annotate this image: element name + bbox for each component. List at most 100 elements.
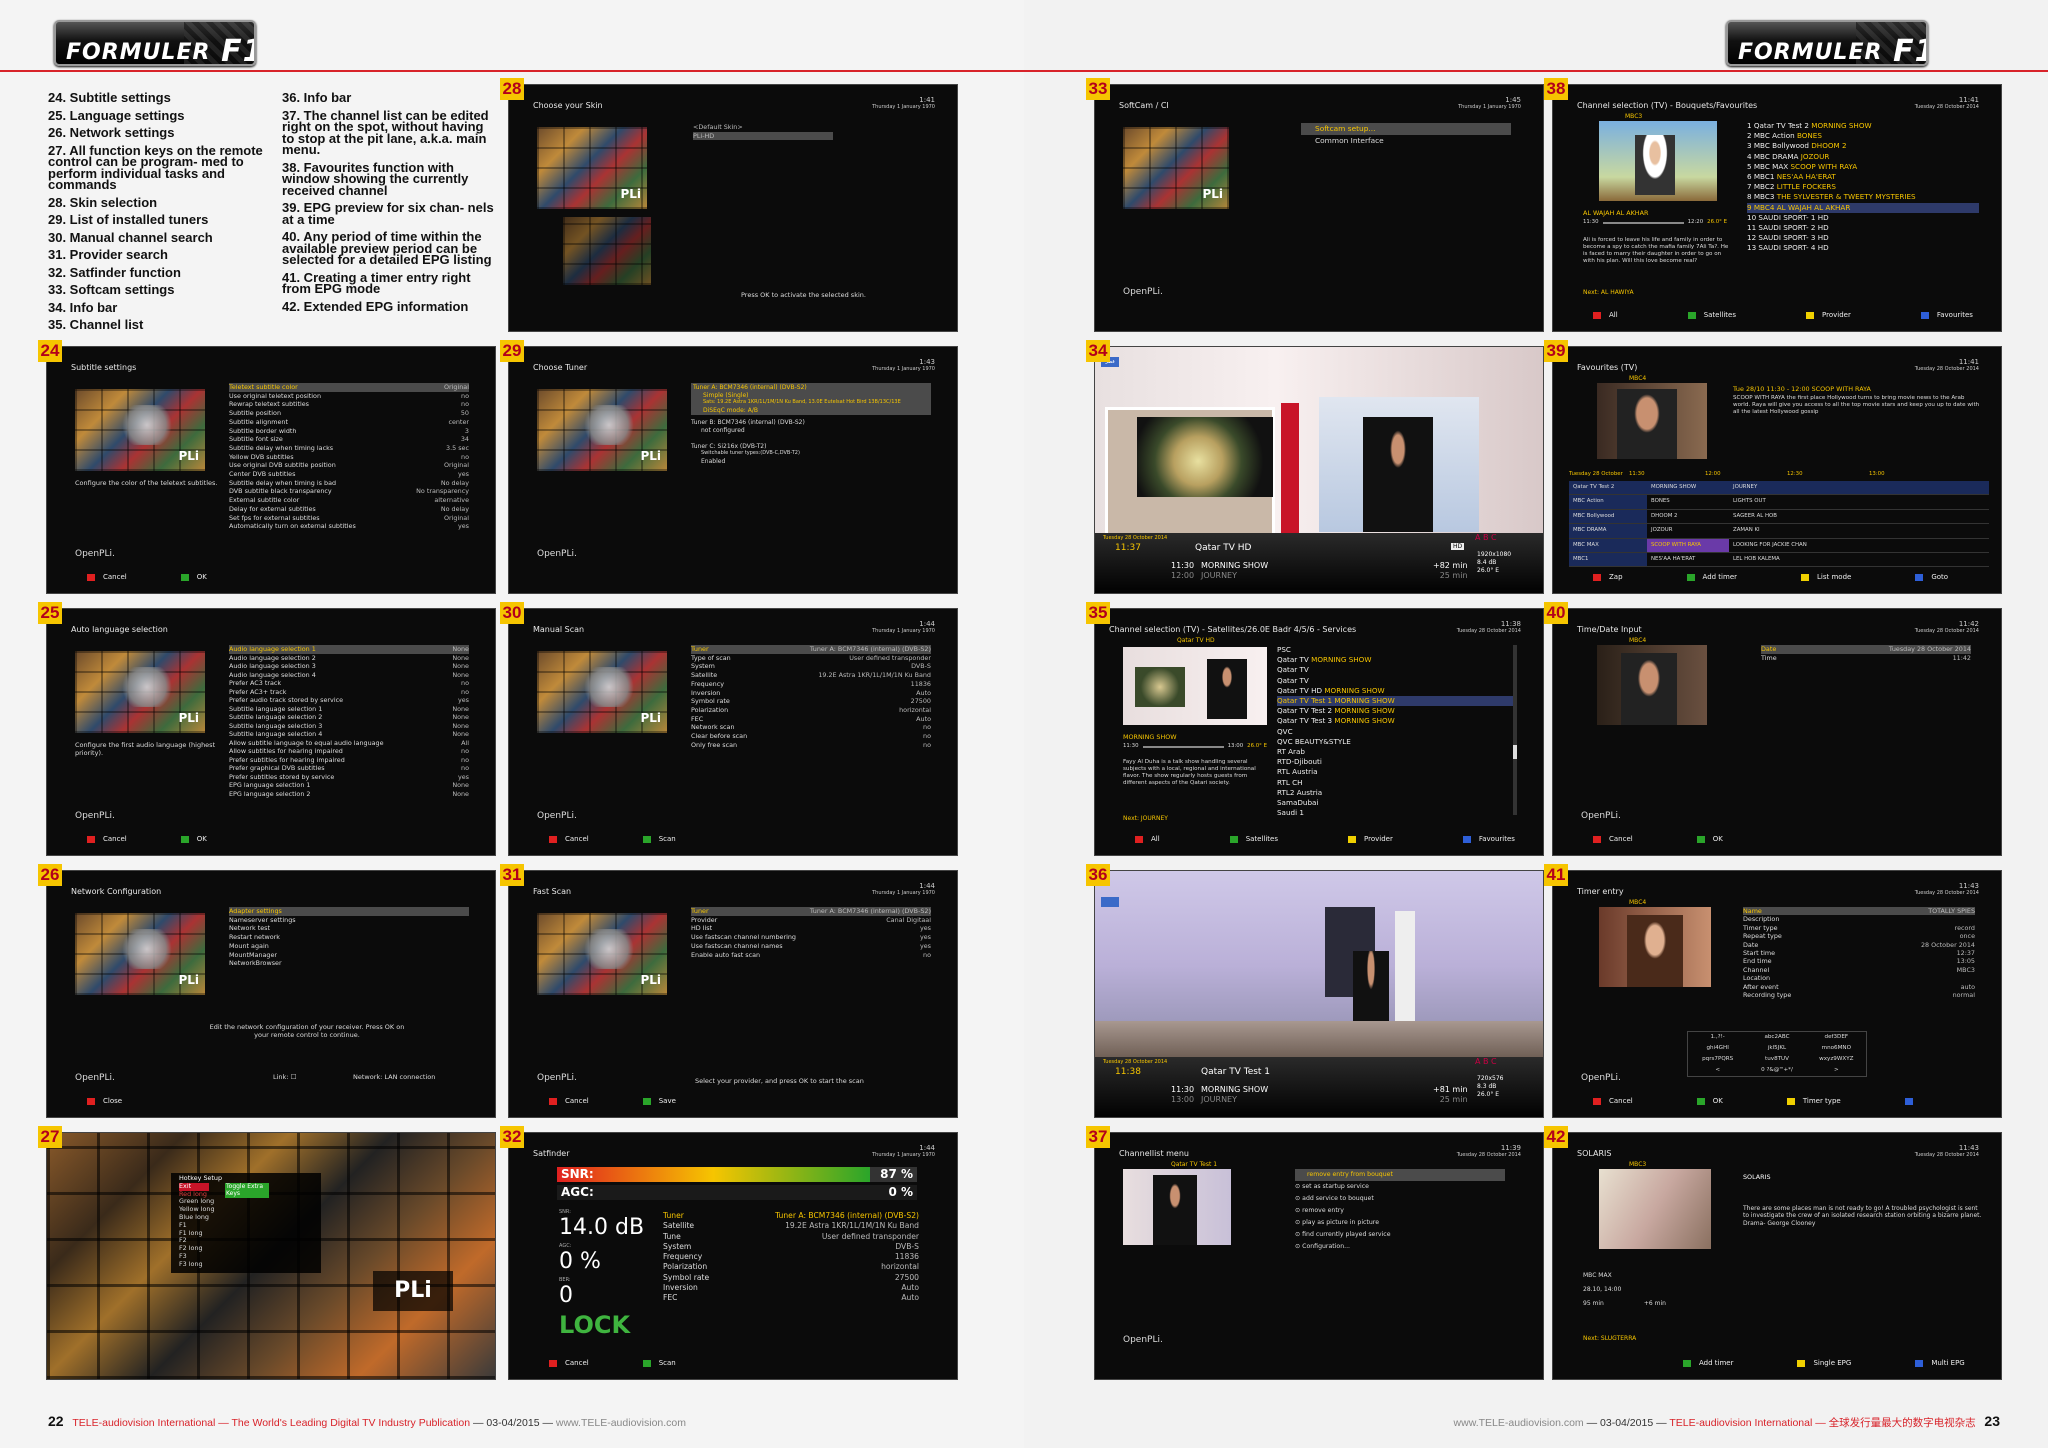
tuner-a[interactable]: Tuner A: BCM7346 (internal) (DVB-S2) Simp… bbox=[691, 383, 931, 416]
setting-row[interactable]: Use fastscan channel numbering yes bbox=[691, 933, 931, 942]
setting-row[interactable]: Description bbox=[1743, 915, 1975, 923]
color-buttons[interactable]: Close bbox=[87, 1097, 122, 1105]
time-date-fields[interactable]: Date Tuesday 28 October 2014 Time 11:42 bbox=[1761, 645, 1971, 662]
favourites-button[interactable]: Favourites bbox=[1921, 311, 1973, 319]
cancel-button[interactable]: Cancel bbox=[549, 835, 589, 843]
timer-fields[interactable]: Name TOTALLY SPIES Description Timer type re… bbox=[1743, 907, 1975, 999]
channel-row[interactable]: Qatar TV HD MORNING SHOW bbox=[1277, 686, 1517, 696]
channel-row[interactable]: Qatar TV MORNING SHOW bbox=[1277, 655, 1517, 665]
satellites-button[interactable]: Satellites bbox=[1230, 835, 1278, 843]
setting-row[interactable]: Date 28 October 2014 bbox=[1743, 941, 1975, 949]
scan-button[interactable]: Scan bbox=[643, 1359, 676, 1367]
color-buttons[interactable]: Cancel OK Timer type bbox=[1593, 1097, 1921, 1105]
setting-row[interactable]: After event auto bbox=[1743, 983, 1975, 991]
setting-row[interactable]: End time 13:05 bbox=[1743, 957, 1975, 965]
setting-row[interactable]: Audio language selection 4 None bbox=[229, 671, 469, 680]
setting-row[interactable]: Timer type record bbox=[1743, 924, 1975, 932]
keypad-key[interactable]: abc2ABC bbox=[1747, 1032, 1806, 1043]
provider-button[interactable]: Provider bbox=[1806, 311, 1851, 319]
setting-row[interactable]: Use original DVB subtitle position Origin… bbox=[229, 461, 469, 470]
context-menu-item[interactable]: ⊙ Configuration... bbox=[1295, 1241, 1505, 1253]
channel-row[interactable]: RT Arab bbox=[1277, 747, 1517, 757]
all-button[interactable]: All bbox=[1135, 835, 1160, 843]
channel-row[interactable]: QVC BEAUTY&STYLE bbox=[1277, 737, 1517, 747]
setting-row[interactable]: Delay for external subtitles No delay bbox=[229, 505, 469, 514]
epg-row[interactable]: Qatar TV Test 2 MORNING SHOW JOURNEY bbox=[1569, 481, 1989, 496]
setting-row[interactable]: Prefer subtitles stored by service yes bbox=[229, 773, 469, 782]
setting-row[interactable]: Adapter settings bbox=[229, 907, 469, 916]
color-buttons[interactable]: All Satellites Provider Favourites bbox=[1135, 835, 1515, 843]
setting-row[interactable]: MountManager bbox=[229, 951, 469, 960]
setting-row[interactable]: Subtitle language selection 4 None bbox=[229, 730, 469, 739]
keypad-key[interactable]: def3DEF bbox=[1807, 1032, 1866, 1043]
color-buttons[interactable]: Cancel OK bbox=[87, 835, 207, 843]
skin-item-default[interactable]: <Default Skin> bbox=[693, 123, 833, 132]
add-timer-button[interactable]: Add timer bbox=[1687, 573, 1737, 581]
setting-row[interactable]: Subtitle language selection 2 None bbox=[229, 713, 469, 722]
setting-row[interactable]: Enable auto fast scan no bbox=[691, 951, 931, 960]
channel-row[interactable]: Qatar TV bbox=[1277, 665, 1517, 675]
epg-event[interactable]: BONES bbox=[1647, 495, 1729, 508]
setting-row[interactable]: Prefer subtitles for hearing impaired no bbox=[229, 756, 469, 765]
setting-row[interactable]: Restart network bbox=[229, 933, 469, 942]
scan-button[interactable]: Scan bbox=[643, 835, 676, 843]
channel-row[interactable]: 2 MBC Action BONES bbox=[1747, 131, 1979, 141]
network-menu[interactable]: Adapter settings Nameserver settings Netwo… bbox=[229, 907, 469, 968]
channel-row[interactable]: 10 SAUDI SPORT- 1 HD bbox=[1747, 213, 1979, 223]
channel-row[interactable]: 7 MBC2 LITTLE FOCKERS bbox=[1747, 182, 1979, 192]
all-button[interactable]: All bbox=[1593, 311, 1618, 319]
channel-row[interactable]: 9 MBC4 AL WAJAH AL AKHAR bbox=[1747, 202, 1979, 213]
setting-row[interactable]: Prefer AC3 track no bbox=[229, 679, 469, 688]
setting-row[interactable]: Channel MBC3 bbox=[1743, 966, 1975, 974]
setting-row[interactable]: Mount again bbox=[229, 942, 469, 951]
close-button[interactable]: Close bbox=[87, 1097, 122, 1105]
skin-item-plihd[interactable]: PLi-HD bbox=[693, 131, 833, 141]
zap-button[interactable]: Zap bbox=[1593, 573, 1623, 581]
keypad-key[interactable]: < bbox=[1688, 1065, 1747, 1076]
setting-row[interactable]: Automatically turn on external subtitles… bbox=[229, 522, 469, 531]
ok-button[interactable]: OK bbox=[181, 573, 207, 581]
context-menu-item[interactable]: ⊙ set as startup service bbox=[1295, 1181, 1505, 1193]
setting-row[interactable]: FEC Auto bbox=[691, 715, 931, 724]
setting-row[interactable]: Time 11:42 bbox=[1761, 654, 1971, 663]
setting-row[interactable]: Use fastscan channel names yes bbox=[691, 942, 931, 951]
channel-row[interactable]: RTL Austria bbox=[1277, 767, 1517, 777]
ok-button[interactable]: OK bbox=[181, 835, 207, 843]
setting-row[interactable]: Start time 12:37 bbox=[1743, 949, 1975, 957]
hotkey-item[interactable]: Blue long bbox=[179, 1213, 313, 1222]
color-buttons[interactable]: Cancel OK bbox=[87, 573, 207, 581]
epg-event[interactable]: LIGHTS OUT bbox=[1729, 495, 1989, 508]
setting-row[interactable]: Prefer AC3+ track no bbox=[229, 688, 469, 697]
setting-row[interactable]: Subtitle language selection 3 None bbox=[229, 722, 469, 731]
channel-row[interactable]: QVC bbox=[1277, 727, 1517, 737]
tuner-list[interactable]: Tuner A: BCM7346 (internal) (DVB-S2) Simp… bbox=[691, 383, 931, 465]
common-interface-item[interactable]: Common Interface bbox=[1301, 135, 1511, 147]
setting-row[interactable]: Rewrap teletext subtitles no bbox=[229, 400, 469, 409]
epg-row[interactable]: MBC1 NES'AA HA'ERAT LEL HOB KALEMA bbox=[1569, 553, 1989, 568]
favourites-button[interactable]: Favourites bbox=[1463, 835, 1515, 843]
setting-row[interactable]: Allow subtitles for hearing impaired no bbox=[229, 747, 469, 756]
channel-row[interactable]: 3 MBC Bollywood DHOOM 2 bbox=[1747, 141, 1979, 151]
setting-row[interactable]: Audio language selection 1 None bbox=[229, 645, 469, 654]
setting-row[interactable]: Frequency 11836 bbox=[691, 680, 931, 689]
setting-row[interactable]: Provider Canal Digitaal bbox=[691, 916, 931, 925]
softcam-menu[interactable]: Softcam setup... Common Interface bbox=[1301, 123, 1511, 147]
setting-row[interactable]: Satellite 19.2E Astra 1KR/1L/1M/1N Ku Ban… bbox=[691, 671, 931, 680]
epg-event[interactable]: MORNING SHOW bbox=[1647, 481, 1729, 494]
color-buttons[interactable]: Cancel Save bbox=[549, 1097, 676, 1105]
setting-row[interactable]: Nameserver settings bbox=[229, 916, 469, 925]
satellites-button[interactable]: Satellites bbox=[1688, 311, 1736, 319]
epg-row[interactable]: MBC MAX SCOOP WITH RAYA LOOKING FOR JACKIE… bbox=[1569, 538, 1989, 554]
channel-row[interactable]: 6 MBC1 NES'AA HA'ERAT bbox=[1747, 172, 1979, 182]
cancel-button[interactable]: Cancel bbox=[87, 573, 127, 581]
epg-event[interactable]: ZAMAN KI bbox=[1729, 524, 1989, 537]
color-buttons[interactable]: All Satellites Provider Favourites bbox=[1593, 311, 1973, 319]
setting-row[interactable]: External subtitle color alternative bbox=[229, 496, 469, 505]
keypad-key[interactable]: jkl5JKL bbox=[1747, 1043, 1806, 1054]
channel-row[interactable]: PSC bbox=[1277, 645, 1517, 655]
timer-type-button[interactable]: Timer type bbox=[1787, 1097, 1841, 1105]
cancel-button[interactable]: Cancel bbox=[1593, 1097, 1633, 1105]
keypad-key[interactable]: 0 ?&@"'+*/ bbox=[1747, 1065, 1806, 1076]
setting-row[interactable]: EPG language selection 2 None bbox=[229, 790, 469, 799]
setting-row[interactable]: Subtitle delay when timing lacks 3.5 sec bbox=[229, 444, 469, 453]
